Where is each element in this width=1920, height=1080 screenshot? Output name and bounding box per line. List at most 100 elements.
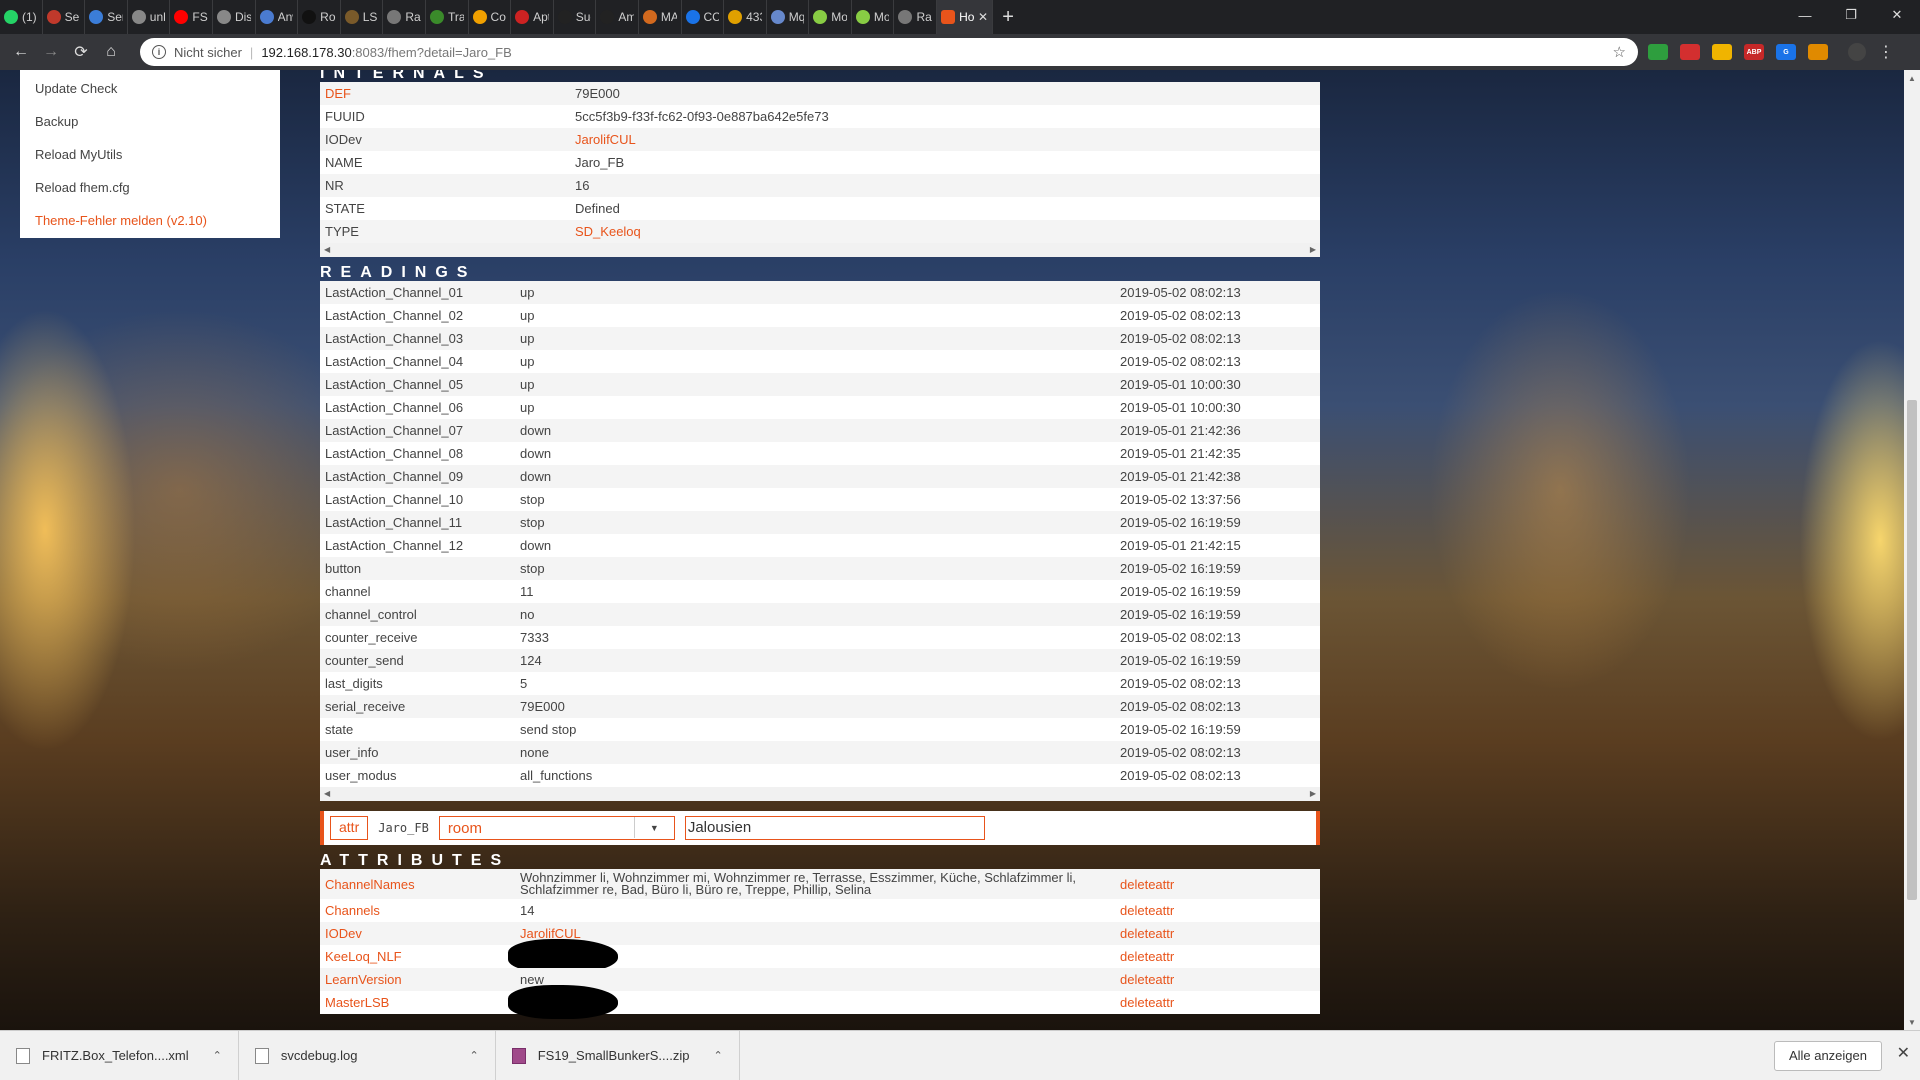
extension-icon[interactable] bbox=[1712, 44, 1732, 60]
extension-icon[interactable] bbox=[1648, 44, 1668, 60]
internal-value[interactable]: SD_Keeloq bbox=[575, 224, 1175, 239]
profile-avatar-icon[interactable] bbox=[1848, 43, 1866, 61]
download-item[interactable]: svcdebug.log ⌃ bbox=[239, 1030, 496, 1080]
attribute-name[interactable]: MasterLSB bbox=[320, 995, 520, 1010]
restore-button[interactable]: ❐ bbox=[1828, 0, 1874, 30]
deleteattr-link[interactable]: deleteattr bbox=[1120, 949, 1320, 964]
scroll-up-icon[interactable]: ▲ bbox=[1904, 70, 1920, 86]
internals-hscrollbar[interactable]: ◀ ▶ bbox=[320, 243, 1320, 257]
readings-hscrollbar[interactable]: ◀ ▶ bbox=[320, 787, 1320, 801]
browser-tab[interactable]: Serien bbox=[85, 0, 128, 34]
home-button[interactable]: ⌂ bbox=[96, 37, 126, 67]
menu-item-backup[interactable]: Backup bbox=[20, 105, 280, 138]
attribute-value[interactable]: JarolifCUL bbox=[520, 928, 1120, 940]
browser-tab[interactable]: Rollla bbox=[298, 0, 341, 34]
translate-icon[interactable]: G bbox=[1776, 44, 1796, 60]
internal-name[interactable]: DEF bbox=[320, 86, 575, 101]
show-all-downloads-button[interactable]: Alle anzeigen bbox=[1773, 1041, 1882, 1071]
reading-name: user_modus bbox=[325, 768, 397, 783]
adblock-icon[interactable]: ABP bbox=[1744, 44, 1764, 60]
browser-tab-active[interactable]: Ho ✕ bbox=[937, 0, 994, 34]
browser-tab[interactable]: (1) Wh bbox=[0, 0, 43, 34]
tab-label: CC25 bbox=[703, 10, 720, 24]
address-bar[interactable]: i Nicht sicher | 192.168.178.30 :8083/fh… bbox=[140, 38, 1638, 66]
tab-label: Amaz bbox=[618, 10, 634, 24]
deleteattr-link[interactable]: deleteattr bbox=[1120, 995, 1320, 1010]
table-row: user_modus all_functions 2019-05-02 08:02:… bbox=[320, 764, 1320, 787]
browser-tab[interactable]: CC25 bbox=[682, 0, 725, 34]
tab-label: Transp bbox=[447, 10, 464, 24]
chevron-up-icon[interactable]: ⌃ bbox=[713, 1049, 722, 1062]
chevron-up-icon[interactable]: ⌃ bbox=[213, 1049, 222, 1062]
internal-value[interactable]: JarolifCUL bbox=[575, 132, 1175, 147]
extension-icon[interactable] bbox=[1808, 44, 1828, 60]
reading-timestamp: 2019-05-02 16:19:59 bbox=[1120, 584, 1241, 599]
minimize-button[interactable]: — bbox=[1782, 0, 1828, 30]
attribute-name[interactable]: Channels bbox=[320, 903, 520, 918]
chevron-up-icon[interactable]: ⌃ bbox=[470, 1049, 479, 1062]
scrollbar-thumb[interactable] bbox=[1907, 400, 1917, 900]
close-tab-icon[interactable]: ✕ bbox=[978, 10, 988, 24]
browser-tab[interactable]: MAX! bbox=[639, 0, 682, 34]
browser-tab[interactable]: FS17 bbox=[170, 0, 213, 34]
command-bar: attr Jaro_FB room ▼ Jalousien bbox=[320, 811, 1320, 845]
menu-item-theme-error-report[interactable]: Theme-Fehler melden (v2.10) bbox=[20, 204, 280, 237]
download-item[interactable]: FRITZ.Box_Telefon....xml ⌃ bbox=[0, 1030, 239, 1080]
browser-tab[interactable]: Anwe bbox=[256, 0, 299, 34]
browser-tab[interactable]: Disney bbox=[213, 0, 256, 34]
reading-timestamp: 2019-05-02 08:02:13 bbox=[1120, 768, 1241, 783]
browser-tab[interactable]: Modu bbox=[852, 0, 895, 34]
menu-item-reload-fhem-cfg[interactable]: Reload fhem.cfg bbox=[20, 171, 280, 204]
table-row: channel_control no 2019-05-02 16:19:59 bbox=[320, 603, 1320, 626]
browser-tab[interactable]: AptRe bbox=[511, 0, 554, 34]
tab-label: Ho bbox=[959, 10, 974, 24]
reading-value: stop bbox=[520, 492, 545, 507]
table-row: NAME Jaro_FB bbox=[320, 151, 1320, 174]
back-button[interactable]: ← bbox=[6, 37, 36, 67]
internal-value: 79E000 bbox=[575, 86, 620, 101]
attribute-name[interactable]: IODev bbox=[320, 926, 520, 941]
info-icon[interactable]: i bbox=[152, 45, 166, 59]
browser-menu-icon[interactable]: ⋮ bbox=[1878, 42, 1894, 62]
menu-item-reload-myutils[interactable]: Reload MyUtils bbox=[20, 138, 280, 171]
browser-tab[interactable]: Modu bbox=[809, 0, 852, 34]
attribute-value-input[interactable]: Jalousien bbox=[684, 816, 985, 840]
forward-button[interactable]: → bbox=[36, 37, 66, 67]
attr-button[interactable]: attr bbox=[330, 816, 369, 840]
browser-tab[interactable]: unkno bbox=[128, 0, 171, 34]
browser-tab[interactable]: LS 19 bbox=[341, 0, 384, 34]
deleteattr-link[interactable]: deleteattr bbox=[1120, 926, 1320, 941]
redaction-mark bbox=[508, 985, 618, 1019]
browser-tab[interactable]: Raden bbox=[894, 0, 938, 34]
attribute-name[interactable]: KeeLoq_NLF bbox=[320, 949, 520, 964]
page-vscrollbar[interactable]: ▲ ▼ bbox=[1904, 70, 1920, 1030]
download-item[interactable]: FS19_SmallBunkerS....zip ⌃ bbox=[496, 1030, 740, 1080]
close-icon[interactable]: ✕ bbox=[1897, 1043, 1910, 1063]
table-row: FUUID 5cc5f3b9-f33f-fc62-0f93-0e887ba642e… bbox=[320, 105, 1320, 128]
browser-tab[interactable]: Rand bbox=[383, 0, 426, 34]
browser-tab[interactable]: Serien bbox=[43, 0, 86, 34]
browser-tab[interactable]: Amaz bbox=[596, 0, 639, 34]
table-row: last_digits 5 2019-05-02 08:02:13 bbox=[320, 672, 1320, 695]
attribute-select[interactable]: room ▼ bbox=[438, 816, 675, 840]
attribute-name[interactable]: ChannelNames bbox=[320, 877, 520, 892]
menu-item-update-check[interactable]: Update Check bbox=[20, 72, 280, 105]
close-window-button[interactable]: ✕ bbox=[1874, 0, 1920, 30]
browser-tab[interactable]: 433M bbox=[724, 0, 767, 34]
browser-tab[interactable]: Coriol bbox=[469, 0, 512, 34]
page-icon bbox=[216, 10, 231, 24]
device-name-label: Jaro_FB bbox=[378, 821, 429, 835]
new-tab-button[interactable]: + bbox=[993, 0, 1023, 34]
browser-tab[interactable]: Transp bbox=[426, 0, 469, 34]
deleteattr-link[interactable]: deleteattr bbox=[1120, 877, 1320, 892]
browser-tab[interactable]: Suche bbox=[554, 0, 597, 34]
extension-icon[interactable] bbox=[1680, 44, 1700, 60]
attribute-name[interactable]: LearnVersion bbox=[320, 972, 520, 987]
url-host: 192.168.178.30 bbox=[261, 44, 352, 60]
deleteattr-link[interactable]: deleteattr bbox=[1120, 903, 1320, 918]
scroll-down-icon[interactable]: ▼ bbox=[1904, 1014, 1920, 1030]
deleteattr-link[interactable]: deleteattr bbox=[1120, 972, 1320, 987]
reload-button[interactable]: ⟳ bbox=[66, 37, 96, 67]
bookmark-star-icon[interactable]: ☆ bbox=[1613, 43, 1626, 61]
browser-tab[interactable]: Mqtt bbox=[767, 0, 810, 34]
